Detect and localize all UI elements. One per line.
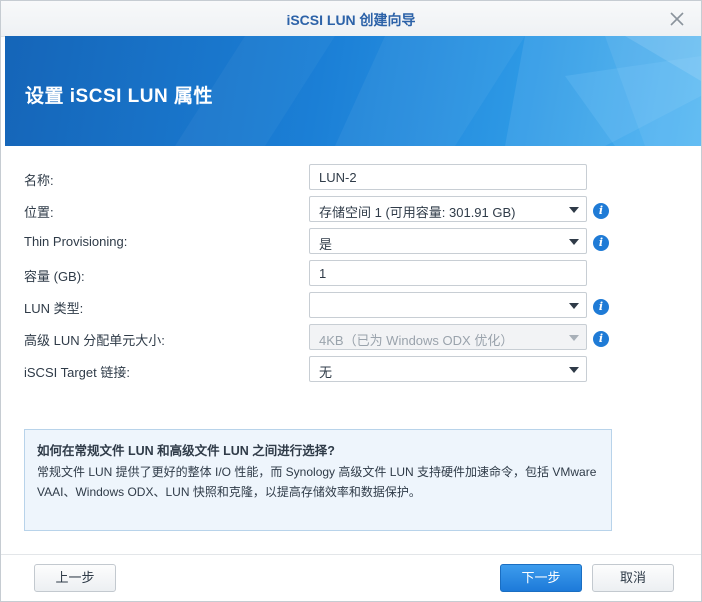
- allocation-unit-info-icon[interactable]: i: [593, 331, 609, 347]
- back-button[interactable]: 上一步: [34, 564, 116, 592]
- capacity-field[interactable]: [309, 260, 587, 286]
- title-bar: iSCSI LUN 创建向导: [1, 1, 701, 37]
- cancel-button[interactable]: 取消: [592, 564, 674, 592]
- lun-type-label: LUN 类型:: [24, 301, 84, 316]
- window-title: iSCSI LUN 创建向导: [286, 12, 416, 28]
- location-info-icon[interactable]: i: [593, 203, 609, 219]
- thin-provisioning-select[interactable]: 是: [309, 228, 587, 254]
- close-icon[interactable]: [667, 9, 687, 29]
- chevron-down-icon: [569, 207, 579, 213]
- iscsi-target-value: 无: [319, 365, 333, 380]
- wizard-dialog: iSCSI LUN 创建向导 设置 iSCSI LUN 属性 名称: 位置: 存…: [0, 0, 702, 602]
- location-select[interactable]: 存储空间 1 (可用容量: 301.91 GB): [309, 196, 587, 222]
- help-box: 如何在常规文件 LUN 和高级文件 LUN 之间进行选择? 常规文件 LUN 提…: [24, 429, 612, 531]
- next-button[interactable]: 下一步: [500, 564, 582, 592]
- chevron-down-icon: [569, 335, 579, 341]
- name-input[interactable]: [310, 165, 570, 189]
- chevron-down-icon: [569, 239, 579, 245]
- thin-provisioning-value: 是: [319, 237, 333, 252]
- footer-divider: [1, 554, 701, 555]
- help-title: 如何在常规文件 LUN 和高级文件 LUN 之间进行选择?: [37, 444, 335, 458]
- location-value: 存储空间 1 (可用容量: 301.91 GB): [319, 205, 516, 220]
- help-body: 常规文件 LUN 提供了更好的整体 I/O 性能，而 Synology 高级文件…: [37, 465, 597, 499]
- page-title: 设置 iSCSI LUN 属性: [25, 86, 214, 107]
- chevron-down-icon: [569, 367, 579, 373]
- name-field[interactable]: [309, 164, 587, 190]
- allocation-unit-select[interactable]: 4KB（已为 Windows ODX 优化）: [309, 324, 587, 350]
- lun-type-info-icon[interactable]: i: [593, 299, 609, 315]
- lun-type-select[interactable]: [309, 292, 587, 318]
- thin-provisioning-info-icon[interactable]: i: [593, 235, 609, 251]
- thin-provisioning-label: Thin Provisioning:: [24, 234, 128, 249]
- allocation-unit-value: 4KB（已为 Windows ODX 优化）: [319, 333, 514, 348]
- header-banner: 设置 iSCSI LUN 属性: [5, 36, 701, 146]
- iscsi-target-label: iSCSI Target 链接:: [24, 365, 130, 380]
- name-label: 名称:: [24, 173, 54, 188]
- allocation-unit-label: 高级 LUN 分配单元大小:: [24, 333, 165, 348]
- capacity-label: 容量 (GB):: [24, 269, 85, 284]
- iscsi-target-select[interactable]: 无: [309, 356, 587, 382]
- location-label: 位置:: [24, 205, 54, 220]
- capacity-input[interactable]: [310, 261, 570, 285]
- chevron-down-icon: [569, 303, 579, 309]
